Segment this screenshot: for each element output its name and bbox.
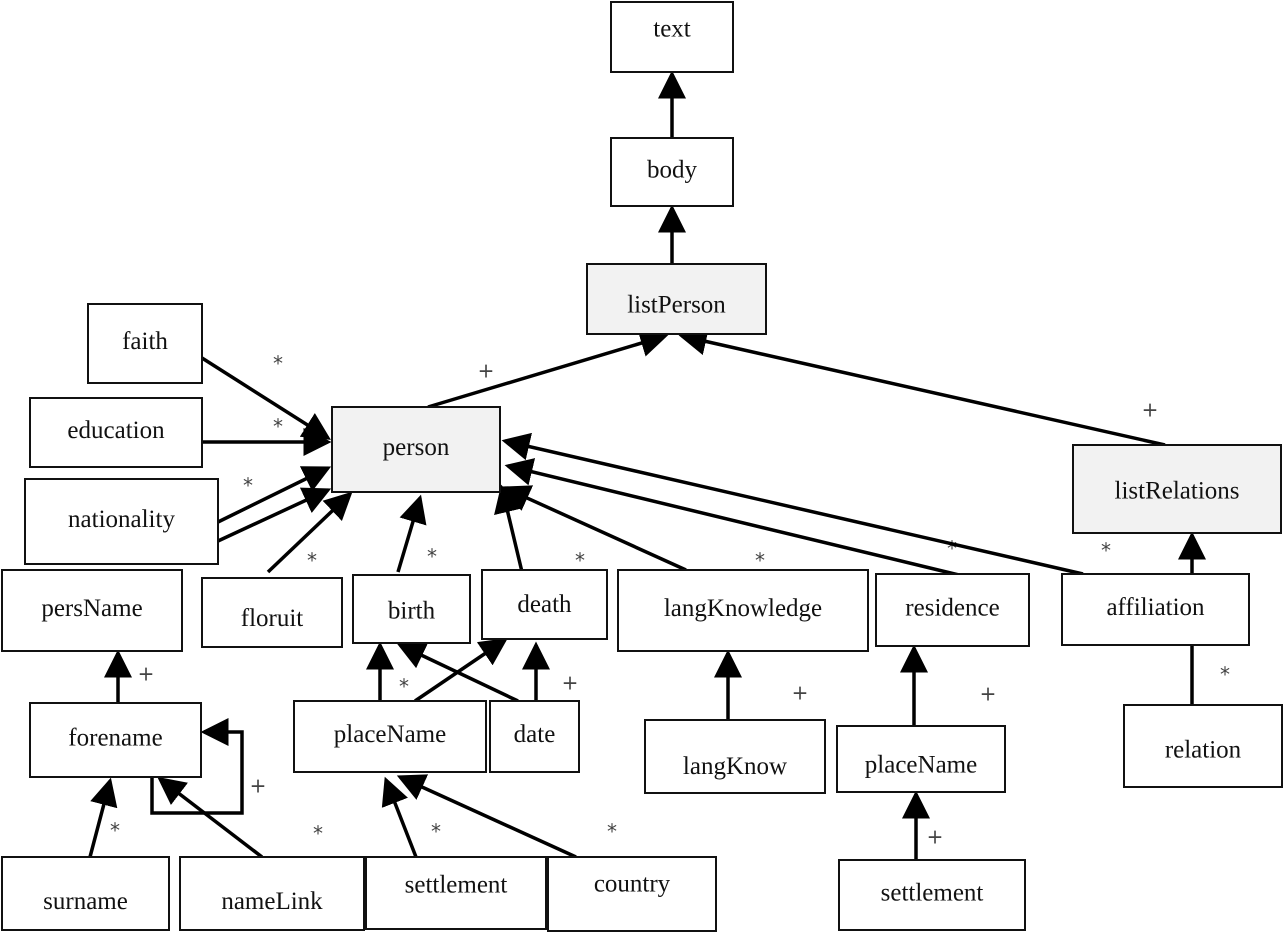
multiplicity-label: *	[1220, 663, 1230, 687]
edge-person-to-listPerson	[427, 329, 669, 409]
edge-country-to-placeName1	[396, 774, 577, 859]
node-residence: residence	[875, 573, 1030, 647]
node-label: residence	[905, 595, 999, 622]
edge-surname-to-forename	[88, 777, 118, 858]
node-label: affiliation	[1106, 594, 1205, 621]
node-label: country	[594, 871, 671, 898]
node-education: education	[29, 397, 203, 468]
node-label: settlement	[881, 880, 984, 907]
node-placeName1: placeName	[293, 700, 487, 773]
edge-nameLink-to-forename	[157, 776, 264, 859]
node-label: langKnowledge	[664, 595, 822, 622]
multiplicity-label: +	[792, 681, 809, 705]
node-nationality: nationality	[24, 478, 219, 565]
node-settlement1: settlement	[365, 856, 547, 930]
multiplicity-label: *	[607, 820, 617, 844]
node-person: person	[331, 406, 501, 493]
node-relation: relation	[1123, 704, 1283, 788]
node-nameLink: nameLink	[179, 856, 365, 931]
node-death: death	[481, 569, 608, 640]
multiplicity-label: +	[927, 825, 944, 849]
node-label: nameLink	[221, 888, 323, 915]
multiplicity-label: *	[313, 822, 323, 846]
node-label: floruit	[241, 605, 304, 632]
node-persName: persName	[1, 569, 183, 652]
node-label: listPerson	[627, 292, 726, 319]
node-label: person	[383, 434, 450, 461]
edge-birth-to-person	[396, 494, 427, 573]
multiplicity-label: *	[755, 549, 765, 573]
node-label: death	[517, 591, 572, 618]
node-label: persName	[41, 595, 142, 622]
node-label: langKnow	[683, 753, 787, 780]
edge-langKnowledge-to-person	[501, 485, 687, 572]
node-label: forename	[68, 725, 162, 752]
node-label: education	[67, 417, 165, 444]
node-floruit: floruit	[201, 577, 343, 648]
node-settlement2: settlement	[838, 859, 1026, 931]
node-affiliation: affiliation	[1061, 573, 1250, 646]
node-label: body	[647, 157, 698, 184]
node-langKnowledge: langKnowledge	[617, 569, 869, 652]
multiplicity-label: *	[307, 549, 317, 573]
node-label: faith	[122, 328, 168, 355]
multiplicity-label: *	[947, 537, 957, 561]
multiplicity-label: *	[243, 474, 253, 498]
node-label: nationality	[68, 506, 175, 533]
node-country: country	[547, 856, 717, 932]
multiplicity-label: *	[575, 549, 585, 573]
multiplicity-label: *	[427, 545, 437, 569]
node-surname: surname	[1, 856, 170, 931]
multiplicity-label: *	[1101, 539, 1111, 563]
multiplicity-label: *	[273, 352, 283, 376]
edge-placeName1-to-death	[414, 638, 508, 703]
multiplicity-label: *	[431, 820, 441, 844]
multiplicity-label: *	[399, 675, 409, 699]
edge-faith-to-person	[201, 356, 331, 440]
node-label: settlement	[405, 872, 508, 899]
node-label: text	[653, 16, 691, 43]
node-label: date	[514, 721, 556, 748]
multiplicity-label: +	[980, 682, 997, 706]
multiplicity-label: +	[138, 662, 155, 686]
edge-affiliation-to-person	[501, 432, 1084, 576]
node-langKnow: langKnow	[644, 719, 826, 794]
node-label: relation	[1165, 737, 1242, 764]
multiplicity-label: +	[250, 774, 267, 798]
node-label: placeName	[865, 752, 977, 779]
node-listRelations: listRelations	[1072, 444, 1282, 534]
node-placeName2: placeName	[836, 725, 1006, 793]
node-label: birth	[388, 598, 436, 625]
node-label: listRelations	[1115, 478, 1240, 505]
edge-death-to-person	[494, 484, 524, 573]
nodes: text body listPerson faith education national…	[1, 1, 1283, 932]
node-birth: birth	[352, 574, 471, 644]
multiplicity-label: *	[110, 819, 120, 843]
node-label: surname	[43, 888, 128, 915]
node-forename: forename	[29, 702, 202, 778]
multiplicity-label: +	[562, 671, 579, 695]
node-text: text	[610, 1, 734, 73]
edge-listRelations-to-listPerson	[678, 327, 1166, 447]
node-date: date	[489, 700, 580, 773]
multiplicity-label: +	[1142, 398, 1159, 422]
node-body: body	[610, 137, 734, 207]
multiplicity-label: +	[478, 359, 495, 383]
multiplicity-label: *	[273, 415, 283, 439]
schema-diagram: + + * * * * * * * * * * + * + + + + * * + * * text body listPers…	[1, 1, 1283, 932]
node-label: placeName	[334, 721, 446, 748]
edge-date-to-birth	[396, 642, 519, 703]
edge-settlement1-to-placeName1	[381, 776, 418, 858]
node-listPerson: listPerson	[586, 263, 767, 335]
node-faith: faith	[87, 303, 203, 384]
